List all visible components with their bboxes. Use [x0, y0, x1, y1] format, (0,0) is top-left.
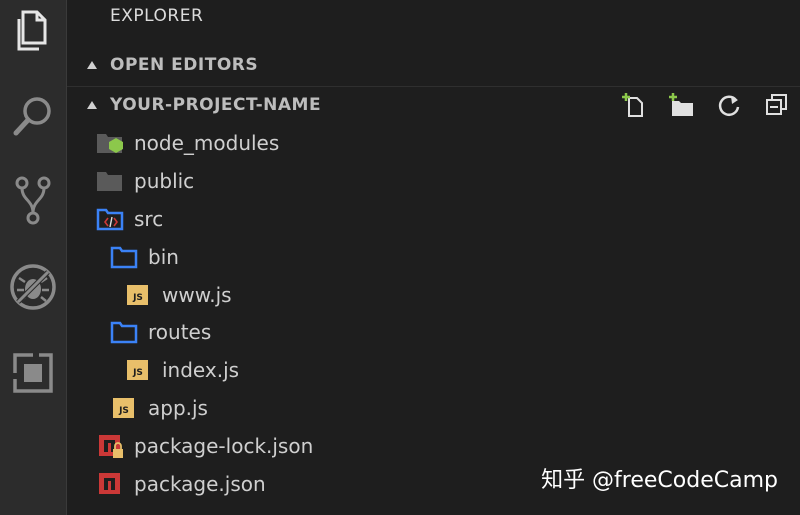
tree-item-label: src [134, 207, 164, 231]
explorer-sidebar: EXPLORER OPEN EDITORS YOUR-PROJECT-NAME [67, 0, 800, 515]
tree-item-label: index.js [162, 358, 240, 382]
tree-item-public[interactable]: public [67, 162, 800, 200]
tree-item-package-lock-json[interactable]: package-lock.json [67, 427, 800, 465]
collapse-all-icon[interactable] [762, 92, 792, 118]
js-file-icon: JS [126, 358, 154, 382]
tree-item-label: app.js [148, 396, 208, 420]
expand-arrow-icon [87, 101, 97, 109]
watermark: 知乎 @freeCodeCamp [541, 468, 778, 493]
tree-item-label: package-lock.json [134, 434, 314, 458]
new-file-icon[interactable] [618, 92, 648, 118]
folder-blue-icon [110, 245, 138, 269]
folder-blue-icon [110, 320, 138, 344]
collapse-arrow-icon [87, 61, 97, 69]
npm-lock-icon [98, 434, 126, 458]
refresh-icon[interactable] [714, 92, 744, 118]
new-folder-icon[interactable] [666, 92, 696, 118]
js-file-icon: JS [112, 396, 140, 420]
explorer-title: EXPLORER [110, 6, 204, 26]
open-editors-header[interactable]: OPEN EDITORS [67, 48, 800, 82]
tree-item-label: node_modules [134, 131, 280, 155]
explorer-toolbar [618, 92, 792, 118]
npm-icon [98, 472, 126, 496]
tree-item-www-js[interactable]: JS www.js [67, 276, 800, 314]
src-folder-icon [96, 207, 124, 231]
tree-item-label: www.js [162, 283, 232, 307]
open-editors-label: OPEN EDITORS [110, 55, 259, 75]
search-icon[interactable] [0, 86, 66, 146]
tree-item-label: package.json [134, 472, 266, 496]
tree-item-label: bin [148, 245, 179, 269]
tree-item-app-js[interactable]: JS app.js [67, 389, 800, 427]
folder-icon [96, 169, 124, 193]
extensions-icon[interactable] [0, 343, 66, 403]
debug-icon[interactable] [0, 257, 66, 317]
tree-item-index-js[interactable]: JS index.js [67, 351, 800, 389]
tree-item-routes[interactable]: routes [67, 313, 800, 351]
node-folder-icon [96, 131, 124, 155]
tree-item-bin[interactable]: bin [67, 238, 800, 276]
tree-item-src[interactable]: src [67, 200, 800, 238]
svg-text:JS: JS [132, 368, 143, 378]
js-file-icon: JS [126, 283, 154, 307]
files-icon[interactable] [0, 0, 66, 60]
tree-item-label: public [134, 169, 195, 193]
source-control-icon[interactable] [0, 170, 66, 230]
tree-item-label: routes [148, 320, 212, 344]
tree-item-node-modules[interactable]: node_modules [67, 124, 800, 162]
svg-text:JS: JS [118, 406, 129, 416]
project-name: YOUR-PROJECT-NAME [110, 95, 322, 115]
activity-bar [0, 0, 67, 515]
divider [67, 86, 800, 87]
svg-text:JS: JS [132, 293, 143, 303]
